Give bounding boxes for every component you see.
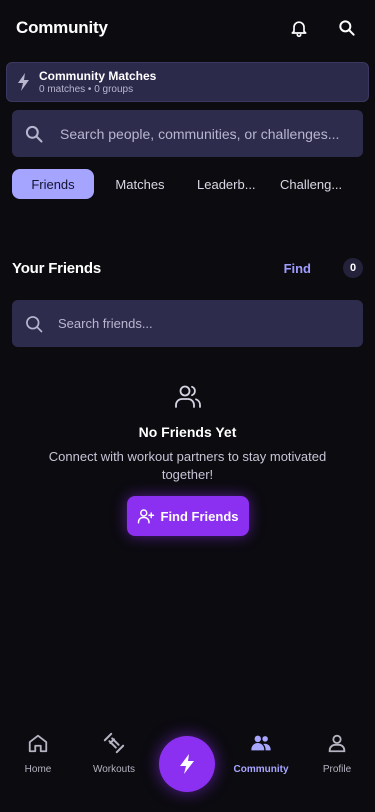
banner-subtitle: 0 matches • 0 groups [39, 83, 134, 95]
nav-profile[interactable]: Profile [307, 732, 367, 775]
tab-leaderboard[interactable]: Leaderb... [186, 169, 270, 199]
community-matches-banner[interactable]: Community Matches 0 matches • 0 groups [6, 62, 369, 102]
friends-search-input[interactable] [58, 316, 348, 331]
notifications-button[interactable] [287, 16, 311, 40]
search-icon [26, 315, 43, 332]
dumbbell-icon [103, 732, 125, 754]
search-button[interactable] [335, 16, 359, 40]
add-user-icon [137, 509, 154, 524]
nav-home[interactable]: Home [8, 732, 68, 775]
bolt-icon [18, 73, 29, 91]
nav-profile-label: Profile [322, 764, 352, 775]
empty-state-description: Connect with workout partners to stay mo… [48, 449, 327, 482]
bell-icon [291, 21, 307, 38]
community-tabs: Friends Matches Leaderb... Challeng... [12, 169, 375, 199]
nav-home-label: Home [24, 764, 52, 775]
friends-section-header: Your Friends Find 0 [12, 255, 363, 281]
nav-community[interactable]: Community [231, 732, 291, 775]
people-icon [251, 735, 271, 751]
find-friends-button[interactable]: Find Friends [126, 496, 249, 536]
people-icon [174, 385, 201, 408]
top-app-bar: Community [0, 0, 375, 56]
community-search-input[interactable] [60, 125, 350, 142]
quick-action-button[interactable] [159, 736, 215, 792]
friends-empty-state: No Friends Yet Connect with workout part… [0, 382, 375, 536]
bolt-icon [180, 754, 194, 774]
nav-workouts-label: Workouts [92, 764, 136, 775]
banner-text: Community Matches 0 matches • 0 groups [39, 69, 156, 96]
bottom-navigation: Home Workouts Community Profile [0, 722, 375, 812]
friends-heading: Your Friends [12, 259, 101, 277]
nav-workouts[interactable]: Workouts [84, 732, 144, 775]
friends-count-badge: 0 [343, 258, 363, 278]
community-search-bar[interactable] [12, 110, 363, 157]
tab-matches[interactable]: Matches [94, 169, 186, 199]
tab-friends[interactable]: Friends [12, 169, 94, 199]
find-friends-button-label: Find Friends [160, 508, 239, 524]
friends-search-bar[interactable] [12, 300, 363, 347]
home-icon [28, 734, 48, 753]
banner-title: Community Matches [39, 68, 157, 83]
search-icon [25, 125, 43, 142]
page-title: Community [16, 18, 108, 37]
find-friends-link[interactable]: Find [284, 261, 311, 276]
user-icon [328, 734, 346, 753]
nav-community-label: Community [233, 764, 289, 775]
empty-state-title: No Friends Yet [138, 424, 237, 440]
tab-challenges[interactable]: Challeng... [270, 169, 358, 199]
search-icon [339, 20, 355, 36]
